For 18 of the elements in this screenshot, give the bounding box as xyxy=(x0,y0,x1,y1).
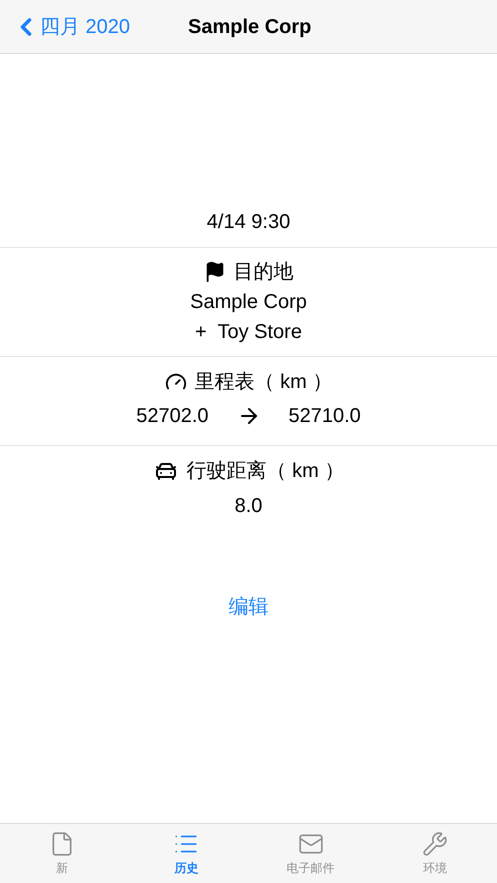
tab[interactable]: 历史 xyxy=(124,824,248,883)
destination-text: + Toy Store xyxy=(195,320,302,345)
destination-text: Sample Corp xyxy=(190,290,307,315)
distance-label: 行驶距离（ km ） xyxy=(186,459,344,484)
odometer-start-text: 52702.0 xyxy=(136,404,208,429)
odometer-end-text: 52710.0 xyxy=(288,404,361,429)
tab[interactable]: 新 xyxy=(0,824,124,883)
tab[interactable]: 电子邮件 xyxy=(248,824,373,883)
window-title: Sample Corp xyxy=(188,14,312,40)
date-time-text: 4/14 9:30 xyxy=(206,210,290,235)
tab[interactable]: 环境 xyxy=(372,824,497,883)
wrench-icon xyxy=(422,830,448,856)
distance-value-text: 8.0 xyxy=(234,494,262,519)
destination-label: 目的地 xyxy=(234,260,294,285)
back-button[interactable]: 四月 2020 xyxy=(0,10,130,42)
flag-icon xyxy=(204,261,226,283)
edit-link[interactable]: 编辑 xyxy=(228,592,268,622)
odometer-label: 里程表（ km ） xyxy=(194,370,332,395)
